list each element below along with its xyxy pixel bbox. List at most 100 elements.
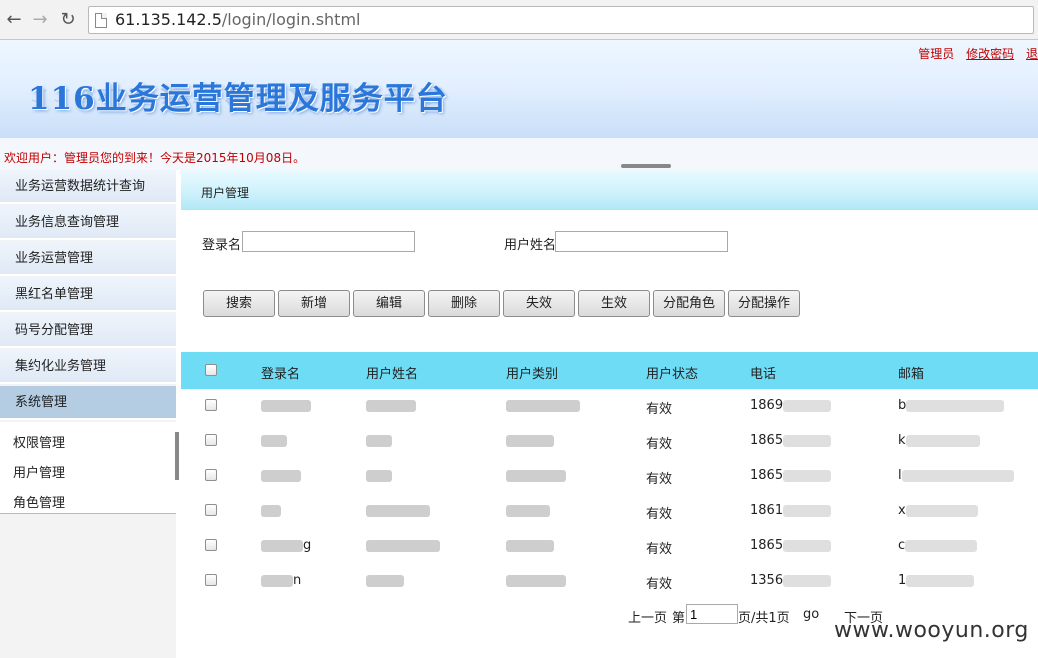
- column-phone: 电话: [750, 367, 777, 382]
- redacted-blur: [783, 434, 832, 447]
- user-role-label: 管理员: [918, 47, 955, 61]
- row-email-prefix: x: [898, 503, 906, 518]
- watermark: www.wooyun.org: [834, 618, 1029, 643]
- sidebar-item-business-ops[interactable]: 业务运营管理: [0, 242, 176, 276]
- redacted-blur: [366, 399, 416, 412]
- column-user-status: 用户状态: [646, 367, 699, 382]
- row-checkbox[interactable]: [205, 434, 217, 446]
- page-number-input[interactable]: [686, 604, 738, 624]
- row-checkbox[interactable]: [205, 399, 217, 411]
- row-email: k: [898, 433, 980, 448]
- redacted-blur: [506, 434, 554, 447]
- row-checkbox[interactable]: [205, 504, 217, 516]
- browser-toolbar: ← → ↻ 61.135.142.5/login/login.shtml: [0, 0, 1038, 40]
- redacted-blur: [783, 469, 832, 482]
- redacted-blur: [261, 434, 287, 447]
- redacted-blur: [906, 399, 1005, 412]
- redacted-blur: [261, 399, 311, 412]
- reload-icon[interactable]: ↻: [58, 9, 78, 31]
- row-status: 有效: [646, 472, 673, 487]
- back-arrow-icon[interactable]: ←: [4, 9, 24, 31]
- row-checkbox[interactable]: [205, 539, 217, 551]
- main-panel: 用户管理 登录名 用户姓名 搜索 新增 编辑 删除 失效 生效 分配角色 分配操…: [181, 170, 1038, 658]
- disable-button[interactable]: 失效: [503, 290, 575, 317]
- redacted-blur: [506, 469, 566, 482]
- redacted-blur: [366, 504, 430, 517]
- table-row[interactable]: n 有效 1356 1: [181, 564, 1038, 599]
- header-links: 管理员 修改密码 退: [910, 45, 1038, 62]
- user-name-input[interactable]: [555, 231, 728, 252]
- site-title: 116业务运营管理及服务平台: [28, 81, 448, 117]
- submenu-users[interactable]: 用户管理: [13, 462, 65, 481]
- row-status: 有效: [646, 437, 673, 452]
- row-phone: 1865: [750, 538, 832, 553]
- sidebar-item-business-info[interactable]: 业务信息查询管理: [0, 206, 176, 240]
- add-button[interactable]: 新增: [278, 290, 350, 317]
- row-phone: 1869: [750, 398, 832, 413]
- panel-header: 用户管理: [181, 170, 1038, 210]
- redacted-blur: [906, 574, 975, 587]
- redacted-blur: [901, 469, 1014, 482]
- logout-link[interactable]: 退: [1026, 47, 1038, 61]
- sidebar-item-number-allocation[interactable]: 码号分配管理: [0, 314, 176, 348]
- sidebar-item-blacklist[interactable]: 黑红名单管理: [0, 278, 176, 312]
- row-phone: 1865: [750, 433, 832, 448]
- table-row[interactable]: 有效 1865 l: [181, 459, 1038, 494]
- page-prefix-label: 第: [672, 611, 686, 626]
- table-row[interactable]: 有效 1865 k: [181, 424, 1038, 459]
- edit-button[interactable]: 编辑: [353, 290, 425, 317]
- table-row[interactable]: 有效 1861 x: [181, 494, 1038, 529]
- forward-arrow-icon[interactable]: →: [30, 9, 50, 31]
- redacted-blur: [905, 434, 980, 447]
- redacted-blur: [783, 399, 832, 412]
- submenu-permissions[interactable]: 权限管理: [13, 432, 65, 451]
- select-all-checkbox[interactable]: [205, 364, 217, 376]
- row-user-type: [506, 398, 580, 413]
- row-login-name: [261, 433, 287, 448]
- splitter-handle[interactable]: [621, 164, 671, 168]
- redacted-blur: [506, 574, 566, 587]
- url-path: /login/login.shtml: [221, 10, 361, 29]
- row-user-type: [506, 433, 554, 448]
- table-header: 登录名 用户姓名 用户类别 用户状态 电话 邮箱: [181, 352, 1038, 389]
- change-password-link[interactable]: 修改密码: [966, 47, 1014, 61]
- go-button[interactable]: go: [803, 607, 819, 622]
- enable-button[interactable]: 生效: [578, 290, 650, 317]
- page-total-label: 页/共1页: [738, 611, 790, 626]
- assign-operation-button[interactable]: 分配操作: [728, 290, 800, 317]
- row-login-visible: n: [293, 573, 302, 588]
- submenu-roles[interactable]: 角色管理: [13, 492, 65, 511]
- row-user-type: [506, 503, 550, 518]
- row-user-type: [506, 573, 566, 588]
- redacted-blur: [261, 539, 303, 552]
- sidebar-item-system[interactable]: 系统管理: [0, 386, 176, 420]
- row-user-name: [366, 538, 440, 553]
- table-row[interactable]: 有效 1869 b: [181, 389, 1038, 424]
- redacted-blur: [506, 504, 550, 517]
- sidebar-item-stats-query[interactable]: 业务运营数据统计查询: [0, 170, 176, 204]
- row-checkbox[interactable]: [205, 574, 217, 586]
- sidebar-scrollbar[interactable]: [175, 432, 179, 480]
- row-email-prefix: b: [898, 398, 907, 413]
- page-icon: [95, 13, 107, 28]
- login-name-input[interactable]: [242, 231, 415, 252]
- delete-button[interactable]: 删除: [428, 290, 500, 317]
- row-checkbox[interactable]: [205, 469, 217, 481]
- row-email-prefix: k: [898, 433, 906, 448]
- prev-page-link[interactable]: 上一页: [628, 607, 667, 626]
- row-login-visible: g: [303, 538, 312, 553]
- table-row[interactable]: g 有效 1865 c: [181, 529, 1038, 564]
- row-status: 有效: [646, 507, 673, 522]
- redacted-blur: [261, 504, 281, 517]
- column-user-type: 用户类别: [506, 367, 559, 382]
- row-user-name: [366, 468, 392, 483]
- row-phone: 1865: [750, 468, 832, 483]
- row-phone-prefix: 1869: [750, 398, 784, 413]
- sidebar-item-intensive-business[interactable]: 集约化业务管理: [0, 350, 176, 384]
- login-name-label: 登录名: [202, 238, 242, 253]
- assign-role-button[interactable]: 分配角色: [653, 290, 725, 317]
- address-bar[interactable]: 61.135.142.5/login/login.shtml: [88, 6, 1034, 34]
- search-button[interactable]: 搜索: [203, 290, 275, 317]
- redacted-blur: [783, 574, 832, 587]
- redacted-blur: [366, 539, 440, 552]
